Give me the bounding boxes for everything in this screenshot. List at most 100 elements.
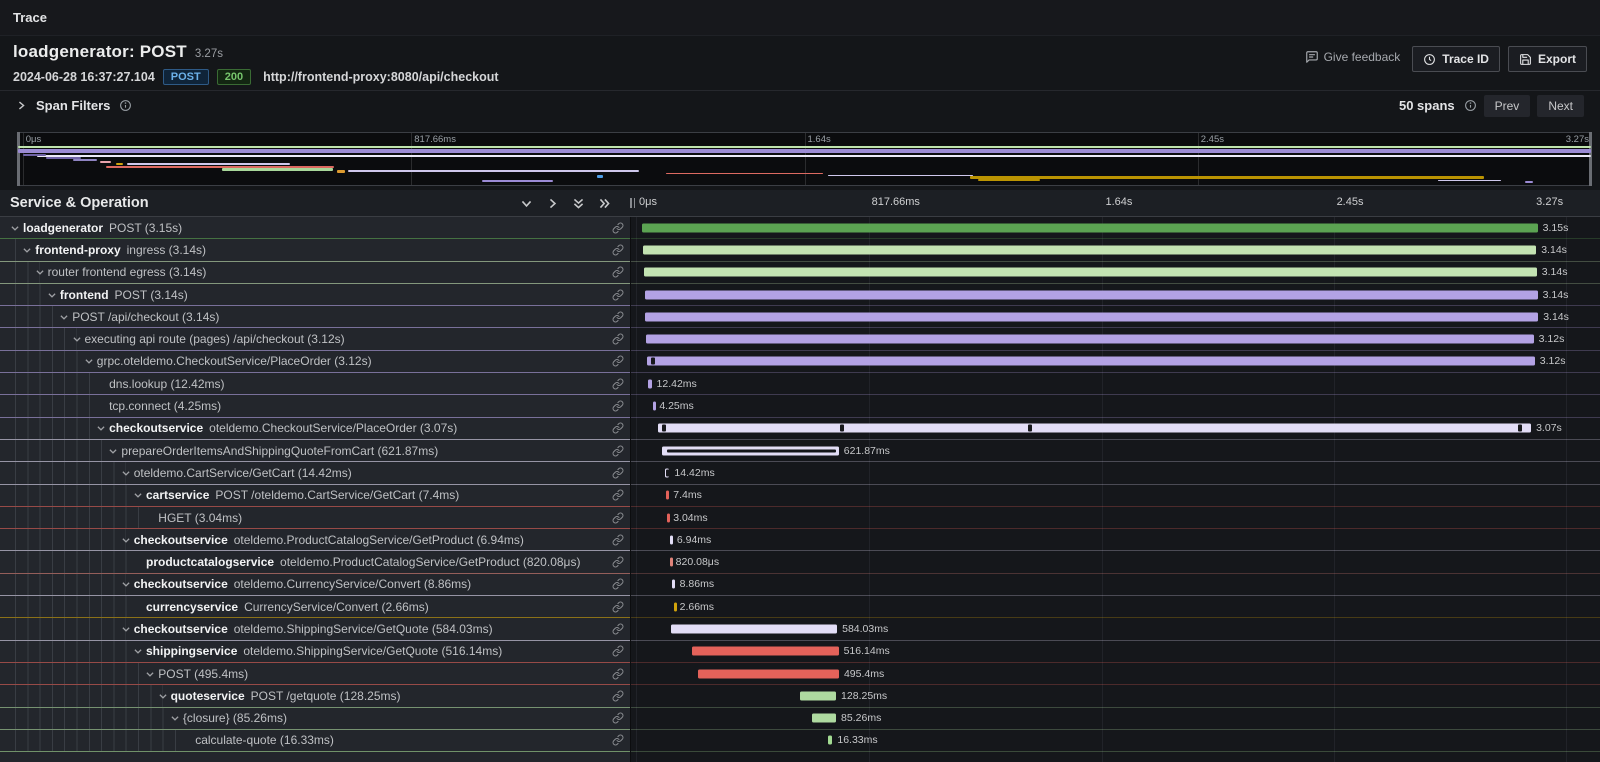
span-expander[interactable]	[121, 535, 134, 545]
export-button[interactable]: Export	[1508, 46, 1587, 72]
span-link-button[interactable]	[612, 289, 624, 301]
collapse-all-button[interactable]	[572, 197, 585, 210]
span-expander[interactable]	[47, 290, 60, 300]
span-duration-bar[interactable]	[667, 513, 670, 522]
span-row-label[interactable]: dns.lookup (12.42ms)	[0, 373, 630, 395]
span-link-button[interactable]	[612, 645, 624, 657]
span-bar-row[interactable]: 12.42ms	[631, 373, 1600, 395]
span-duration-bar[interactable]	[698, 669, 839, 678]
minimap-right-handle[interactable]	[1589, 132, 1592, 186]
trace-id-button[interactable]: Trace ID	[1412, 46, 1500, 72]
next-span-button[interactable]: Next	[1537, 95, 1584, 117]
drag-handle-icon[interactable]	[630, 198, 635, 208]
span-bar-row[interactable]: 3.04ms	[631, 507, 1600, 529]
link-icon[interactable]	[612, 244, 624, 256]
span-bar-row[interactable]: 3.12s	[631, 351, 1600, 373]
span-link-button[interactable]	[612, 445, 624, 457]
span-duration-bar[interactable]	[648, 379, 652, 388]
span-expander[interactable]	[72, 334, 85, 344]
span-link-button[interactable]	[612, 400, 624, 412]
link-icon[interactable]	[612, 512, 624, 524]
link-icon[interactable]	[612, 467, 624, 479]
span-duration-bar[interactable]	[670, 558, 673, 567]
span-link-button[interactable]	[612, 311, 624, 323]
span-duration-bar[interactable]	[642, 223, 1538, 232]
span-bar-row[interactable]: 128.25ms	[631, 685, 1600, 707]
minimap-left-handle[interactable]	[17, 132, 20, 186]
link-icon[interactable]	[612, 623, 624, 635]
span-row-label[interactable]: productcatalogserviceoteldemo.ProductCat…	[0, 551, 630, 573]
span-bar-row[interactable]: 8.86ms	[631, 574, 1600, 596]
span-row-label[interactable]: checkoutserviceoteldemo.ShippingService/…	[0, 618, 630, 640]
span-expander[interactable]	[133, 646, 146, 656]
span-link-button[interactable]	[612, 422, 624, 434]
link-icon[interactable]	[612, 578, 624, 590]
span-expander[interactable]	[121, 579, 134, 589]
span-bar-row[interactable]: 16.33ms	[631, 730, 1600, 752]
span-row-label[interactable]: POST (495.4ms)	[0, 663, 630, 685]
link-icon[interactable]	[612, 445, 624, 457]
span-duration-bar[interactable]	[670, 535, 673, 544]
span-bar-row[interactable]: 495.4ms	[631, 663, 1600, 685]
span-link-button[interactable]	[612, 712, 624, 724]
span-duration-bar[interactable]	[812, 714, 836, 723]
span-row-label[interactable]: calculate-quote (16.33ms)	[0, 730, 630, 752]
span-row-label[interactable]: shippingserviceoteldemo.ShippingService/…	[0, 641, 630, 663]
span-bar-row[interactable]: 3.12s	[631, 328, 1600, 350]
span-link-button[interactable]	[612, 489, 624, 501]
span-duration-bar[interactable]	[828, 736, 833, 745]
link-icon[interactable]	[612, 289, 624, 301]
span-duration-bar[interactable]	[644, 268, 1537, 277]
span-bar-row[interactable]: 3.14s	[631, 239, 1600, 261]
link-icon[interactable]	[612, 222, 624, 234]
span-duration-bar[interactable]	[647, 357, 1534, 366]
trace-minimap[interactable]: 0μs817.66ms1.64s2.45s3.27s	[17, 132, 1592, 186]
span-bar-row[interactable]: 7.4ms	[631, 485, 1600, 507]
span-duration-bar[interactable]	[672, 580, 675, 589]
link-icon[interactable]	[612, 333, 624, 345]
span-link-button[interactable]	[612, 734, 624, 746]
span-link-button[interactable]	[612, 222, 624, 234]
link-icon[interactable]	[612, 400, 624, 412]
span-row-label[interactable]: loadgeneratorPOST (3.15s)	[0, 217, 630, 239]
span-expander[interactable]	[10, 223, 23, 233]
link-icon[interactable]	[612, 489, 624, 501]
span-bar-row[interactable]: 584.03ms	[631, 618, 1600, 640]
span-duration-bar[interactable]	[646, 335, 1533, 344]
span-link-button[interactable]	[612, 556, 624, 568]
span-bar-row[interactable]: 3.07s	[631, 418, 1600, 440]
span-bar-row[interactable]: 6.94ms	[631, 529, 1600, 551]
span-expander[interactable]	[133, 490, 146, 500]
prev-span-button[interactable]: Prev	[1484, 95, 1531, 117]
span-row-label[interactable]: currencyserviceCurrencyService/Convert (…	[0, 596, 630, 618]
span-row-label[interactable]: POST /api/checkout (3.14s)	[0, 306, 630, 328]
span-duration-bar[interactable]	[674, 602, 677, 611]
link-icon[interactable]	[612, 734, 624, 746]
span-row-label[interactable]: {closure} (85.26ms)	[0, 708, 630, 730]
span-link-button[interactable]	[612, 333, 624, 345]
link-icon[interactable]	[612, 534, 624, 546]
span-duration-bar[interactable]	[671, 624, 837, 633]
span-link-button[interactable]	[612, 668, 624, 680]
span-duration-bar[interactable]	[800, 691, 836, 700]
span-bar-row[interactable]: 3.14s	[631, 306, 1600, 328]
span-row-label[interactable]: frontend-proxyingress (3.14s)	[0, 239, 630, 261]
span-expander[interactable]	[96, 423, 109, 433]
link-icon[interactable]	[612, 712, 624, 724]
span-expander[interactable]	[145, 669, 158, 679]
span-row-label[interactable]: prepareOrderItemsAndShippingQuoteFromCar…	[0, 440, 630, 462]
span-bar-row[interactable]: 516.14ms	[631, 641, 1600, 663]
span-link-button[interactable]	[612, 244, 624, 256]
link-icon[interactable]	[612, 668, 624, 680]
span-bar-row[interactable]: 3.14s	[631, 284, 1600, 306]
span-row-label[interactable]: frontendPOST (3.14s)	[0, 284, 630, 306]
span-filters-toggle[interactable]: Span Filters	[16, 98, 132, 113]
collapse-one-button[interactable]	[520, 197, 533, 210]
span-bar-row[interactable]: 3.15s	[631, 217, 1600, 239]
link-icon[interactable]	[612, 311, 624, 323]
span-bar-row[interactable]: 85.26ms	[631, 708, 1600, 730]
span-row-label[interactable]: oteldemo.CartService/GetCart (14.42ms)	[0, 462, 630, 484]
span-bar-row[interactable]: 14.42ms	[631, 462, 1600, 484]
span-expander[interactable]	[35, 267, 48, 277]
span-expander[interactable]	[59, 312, 72, 322]
